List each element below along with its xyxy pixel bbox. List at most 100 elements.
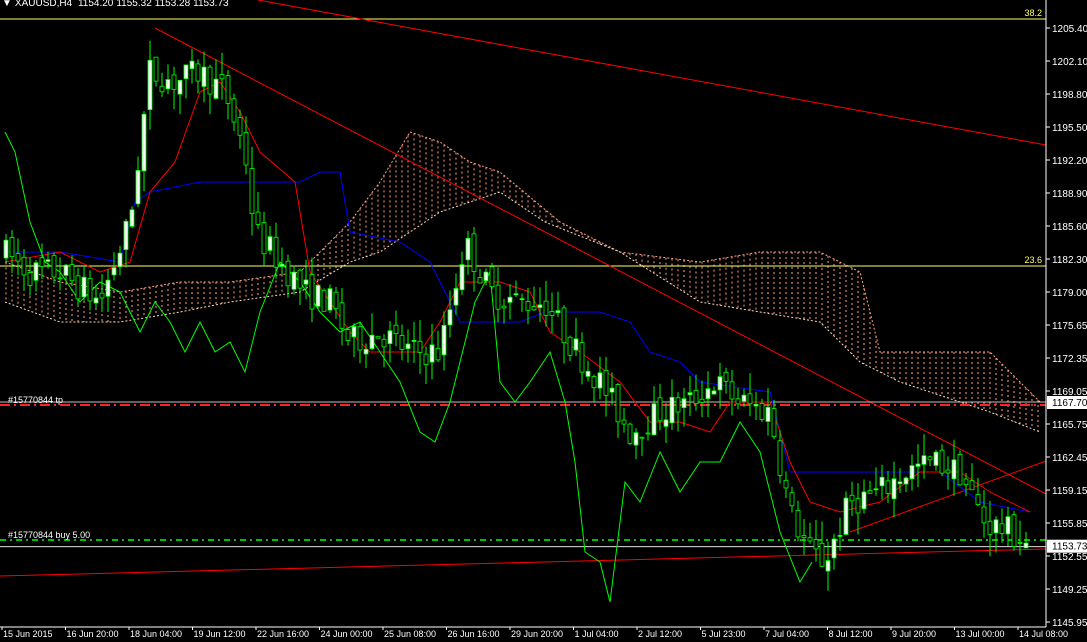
candle-body: [759, 403, 765, 420]
candle-body: [699, 398, 705, 403]
candle-body: [621, 419, 627, 425]
candle-body: [3, 239, 9, 259]
candle-body: [321, 289, 327, 312]
candle-body: [87, 278, 93, 302]
price-tick-label: 1198.80: [1052, 90, 1087, 101]
candle-body: [909, 465, 915, 480]
candle-body: [417, 340, 423, 353]
candle-body: [225, 75, 231, 104]
candle-body: [669, 396, 675, 424]
candle-body: [393, 324, 399, 335]
tp-label: #15770844 tp: [8, 395, 63, 405]
price-tick-label: 1202.10: [1052, 57, 1087, 68]
time-tick-label: 14 Jul 08:00: [1019, 629, 1068, 638]
low-price: 1153.28: [154, 0, 191, 9]
price-tick-label: 1159.15: [1052, 486, 1087, 497]
candle-body: [639, 436, 645, 439]
candle-body: [51, 255, 57, 278]
price-tick-label: 1152.55: [1052, 552, 1087, 563]
candle-body: [327, 288, 333, 311]
candle-body: [741, 394, 747, 402]
candle-body: [855, 498, 861, 514]
candle-body: [771, 408, 777, 437]
close-price: 1153.73: [193, 0, 229, 9]
candle-body: [357, 325, 363, 351]
candle-body: [861, 491, 867, 510]
price-chart[interactable]: 38.2 23.6 #15770844 tp #15770844 buy 5.00 12…: [0, 0, 1087, 639]
candle-body: [165, 79, 171, 90]
candle-body: [429, 344, 435, 363]
time-tick-label: 26 Jun 16:00: [448, 629, 500, 638]
candle-body: [135, 169, 141, 205]
candle-body: [477, 277, 483, 284]
price-tick-label: 1155.85: [1052, 519, 1087, 530]
candle-body: [501, 305, 507, 309]
candle-body: [951, 459, 957, 480]
candle-body: [231, 98, 237, 123]
candle-body: [351, 326, 357, 338]
current-price-label: 1153.73: [1052, 542, 1087, 553]
candle-body: [177, 79, 183, 95]
candle-body: [843, 497, 849, 535]
entry-label: #15770844 buy 5.00: [8, 530, 90, 540]
high-price: 1155.32: [116, 0, 152, 9]
candle-body: [267, 236, 273, 251]
time-tick-label: 22 Jun 16:00: [257, 629, 309, 638]
candle-body: [609, 387, 615, 393]
candle-body: [405, 343, 411, 350]
price-tick-label: 1145.95: [1052, 618, 1087, 629]
price-tick-label: 1175.65: [1052, 321, 1087, 332]
candle-body: [1023, 542, 1029, 549]
candle-body: [561, 307, 567, 344]
candle-body: [291, 271, 297, 290]
candle-body: [507, 296, 513, 303]
tp-price-label: 1167.70: [1052, 398, 1087, 409]
candle-body: [711, 390, 717, 395]
dropdown-arrow-icon[interactable]: ▼: [2, 0, 12, 9]
candle-body: [981, 506, 987, 524]
candle-body: [549, 311, 555, 316]
time-tick-label: 8 Jul 12:00: [829, 629, 873, 638]
candle-body: [345, 329, 351, 341]
price-tick-label: 1205.40: [1052, 24, 1087, 35]
candle-body: [633, 432, 639, 446]
candle-body: [573, 338, 579, 351]
candle-body: [273, 236, 279, 268]
chikou-span: [4, 131, 813, 603]
chart-window[interactable]: ▼ XAUUSD,H4 1154.20 1155.32 1153.28 1153.73 …: [0, 0, 1087, 639]
candle-body: [129, 209, 135, 227]
candle-body: [387, 330, 393, 344]
candle-body: [597, 372, 603, 389]
candle-body: [975, 493, 981, 505]
candle-body: [585, 370, 591, 377]
candle-body: [921, 455, 927, 465]
candle-body: [459, 264, 465, 291]
candle-body: [753, 403, 759, 407]
candle-body: [903, 477, 909, 485]
candle-body: [513, 293, 519, 296]
candle-body: [39, 257, 45, 267]
time-tick-label: 2 Jul 12:00: [638, 629, 682, 638]
candle-body: [963, 478, 969, 486]
candle-body: [375, 335, 381, 339]
senkou-span-b: [4, 191, 1041, 433]
trendline-top: [257, 0, 1047, 146]
candle-body: [237, 117, 243, 136]
candle-body: [411, 340, 417, 342]
candle-body: [615, 384, 621, 423]
candle-body: [159, 85, 165, 93]
candle-body: [789, 492, 795, 507]
price-tick-label: 1185.60: [1052, 222, 1087, 233]
candle-body: [69, 264, 75, 282]
candle-body: [45, 259, 51, 262]
time-tick-label: 24 Jun 00:00: [321, 629, 373, 638]
candle-body: [777, 440, 783, 476]
candle-body: [285, 260, 291, 287]
time-tick-label: 15 Jun 2015: [3, 629, 53, 638]
time-tick-label: 9 Jul 20:00: [892, 629, 936, 638]
ichimoku-cloud: [5, 133, 1039, 432]
price-tick-label: 1165.75: [1052, 420, 1087, 431]
candle-body: [897, 481, 903, 485]
price-tick-label: 1179.00: [1052, 288, 1087, 299]
candle-body: [369, 334, 375, 350]
